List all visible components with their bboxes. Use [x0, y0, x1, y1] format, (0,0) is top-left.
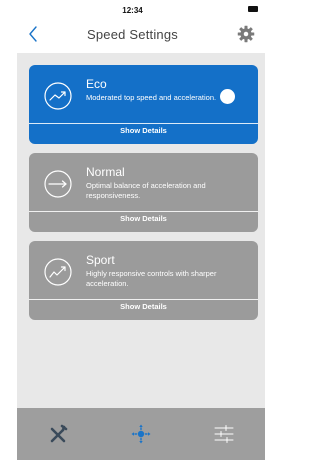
mode-title: Normal — [86, 165, 125, 179]
gear-icon — [237, 25, 255, 43]
mode-list: Eco Moderated top speed and acceleration… — [17, 53, 265, 408]
mode-card-sport[interactable]: Sport Highly responsive controls with sh… — [29, 241, 258, 320]
mode-description: Highly responsive controls with sharper … — [86, 269, 217, 288]
gauge-arrow-right-icon — [44, 170, 72, 198]
mode-title: Eco — [86, 77, 107, 91]
show-details-button[interactable]: Show Details — [29, 214, 258, 223]
card-divider — [29, 299, 258, 300]
nav-bar: Speed Settings — [0, 20, 265, 48]
tab-scooter[interactable] — [17, 408, 99, 460]
sliders-icon — [214, 425, 234, 443]
mode-selected-indicator[interactable] — [220, 89, 235, 104]
card-divider — [29, 211, 258, 212]
settings-button[interactable] — [235, 23, 257, 45]
battery-icon — [248, 6, 258, 12]
tab-bar — [17, 408, 265, 460]
mode-card-eco[interactable]: Eco Moderated top speed and acceleration… — [29, 65, 258, 144]
gauge-trending-up-icon — [44, 82, 72, 110]
scooter-icon — [50, 424, 68, 443]
card-divider — [29, 123, 258, 124]
tab-speed-mode[interactable] — [100, 408, 182, 460]
page-title: Speed Settings — [87, 27, 178, 42]
tab-settings-sliders[interactable] — [183, 408, 265, 460]
gauge-zigzag-up-icon — [44, 258, 72, 286]
show-details-button[interactable]: Show Details — [29, 126, 258, 135]
status-bar: 12:34 — [0, 0, 265, 20]
mode-description: Moderated top speed and acceleration. — [86, 93, 217, 102]
mode-description: Optimal balance of acceleration and resp… — [86, 181, 206, 200]
mode-title: Sport — [86, 253, 115, 267]
mode-card-normal[interactable]: Normal Optimal balance of acceleration a… — [29, 153, 258, 232]
status-time: 12:34 — [122, 6, 143, 15]
show-details-button[interactable]: Show Details — [29, 302, 258, 311]
speed-mode-icon — [131, 424, 151, 444]
